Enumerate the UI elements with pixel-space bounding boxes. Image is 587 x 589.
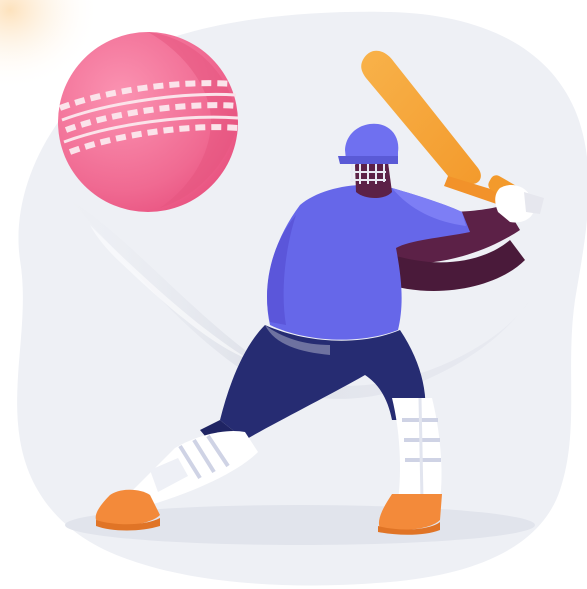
illustration-svg bbox=[0, 0, 587, 586]
cricket-ball bbox=[58, 32, 239, 212]
cricket-illustration bbox=[0, 0, 587, 589]
